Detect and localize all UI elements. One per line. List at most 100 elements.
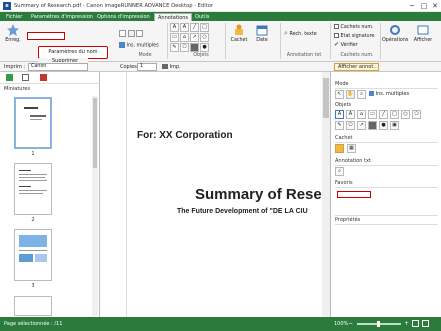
hand-tool-icon[interactable] <box>127 30 135 37</box>
mode-group-label: Mode <box>138 53 152 58</box>
rect-tool-icon[interactable]: □ <box>390 110 399 119</box>
zoom-level: 100% <box>334 321 349 327</box>
zoom-slider[interactable] <box>357 321 401 327</box>
verifier-button[interactable]: ✔ Vérifier <box>334 41 374 48</box>
cachets-num-button[interactable]: Cachets num. <box>334 24 384 30</box>
rech-texte-button[interactable]: ⌕ Rech. texte <box>284 29 324 38</box>
mode-heading: Mode <box>335 81 349 87</box>
page-view-icon[interactable] <box>22 74 29 81</box>
copies-input[interactable]: 1 <box>137 63 157 71</box>
search-icon[interactable]: ⌕ <box>335 167 344 176</box>
checkbox-icon <box>334 24 339 29</box>
text-box-tool-icon[interactable]: A <box>180 23 189 32</box>
zoom-tool-icon[interactable]: ⌕ <box>357 90 366 99</box>
fit-page-icon[interactable] <box>412 320 419 327</box>
fit-width-icon[interactable] <box>422 320 429 327</box>
separator <box>167 23 168 59</box>
divider <box>335 88 438 89</box>
zoom-out-icon[interactable]: − <box>348 321 353 327</box>
print-button[interactable]: Imp. <box>162 64 181 70</box>
document-scrollbar[interactable] <box>322 72 330 317</box>
polygon2-tool-icon[interactable]: ⬠ <box>346 121 355 130</box>
fill-ellipse-tool-icon[interactable]: ● <box>379 121 388 130</box>
ins-multiples-button[interactable]: Ins. multiples <box>119 42 163 49</box>
proprietes-heading: Propriétés <box>335 217 361 223</box>
line-tool-icon[interactable]: ╱ <box>379 110 388 119</box>
pen-tool-icon[interactable]: ✎ <box>335 121 344 130</box>
favorite-color-swatch[interactable] <box>27 32 65 40</box>
menu-bar: Fichier Paramètres d'impression Options … <box>0 12 441 21</box>
status-bar: Page sélectionnée : /11 100% − + <box>0 317 441 331</box>
minimize-button[interactable]: ─ <box>406 1 418 11</box>
fill-rect-tool-icon[interactable] <box>190 43 199 52</box>
highlight-tool-icon[interactable]: ▭ <box>368 110 377 119</box>
stack-icon <box>119 42 125 48</box>
add-page-icon[interactable] <box>6 74 13 81</box>
polygon-tool-icon[interactable]: ⬠ <box>180 43 189 52</box>
page-thumbnail[interactable] <box>14 163 52 215</box>
pen-tool-icon[interactable]: ✎ <box>170 43 179 52</box>
operations-label: Opérations <box>382 38 409 43</box>
separator <box>225 23 226 59</box>
zoom-in-icon[interactable]: + <box>404 321 409 327</box>
select-tool-icon[interactable]: ↖ <box>335 90 344 99</box>
enreg-button[interactable]: Enreg. <box>4 24 22 43</box>
divider <box>335 165 438 166</box>
rect-tool-icon[interactable]: □ <box>200 23 209 32</box>
objets-heading: Objets <box>335 102 352 108</box>
afficher-button[interactable]: Afficher <box>411 24 435 43</box>
ins-multiples-label: Ins. multiples <box>375 91 410 97</box>
tab-outils[interactable]: Outils <box>192 13 212 21</box>
divider <box>335 142 438 143</box>
divider <box>335 215 438 216</box>
ins-multiples-button[interactable]: Ins. multiples <box>369 91 409 97</box>
line-tool-icon[interactable]: ╱ <box>190 23 199 32</box>
text-tool-icon[interactable]: A <box>170 23 179 32</box>
fill-rect-tool-icon[interactable] <box>368 121 377 130</box>
tab-annotations[interactable]: Annotations <box>154 13 193 21</box>
tab-parametres-impression[interactable]: Paramètres d'impression <box>28 13 96 21</box>
page-thumbnail[interactable] <box>14 229 52 281</box>
thumbnail-scrollbar[interactable] <box>92 96 98 316</box>
favorite-color-swatch[interactable] <box>337 191 371 198</box>
delete-page-icon[interactable] <box>40 74 47 81</box>
divider <box>335 224 438 225</box>
page-thumbnail[interactable] <box>14 97 52 149</box>
page-number: 2 <box>31 217 35 223</box>
objets-tools: A A ╱ □ ▭ ⌂ ↗ ○ ✎ ⬠ ● <box>170 23 222 52</box>
close-button[interactable]: ✕ <box>429 1 441 11</box>
tab-options-impression[interactable]: Options d'impression <box>94 13 153 21</box>
select-tool-icon[interactable] <box>119 30 126 37</box>
enreg-label: Enreg. <box>5 38 21 43</box>
hand-tool-icon[interactable]: ✋ <box>346 90 355 99</box>
arrow-tool-icon[interactable]: ↗ <box>357 121 366 130</box>
thumbnail-toolbar <box>0 72 100 84</box>
afficher-annot-toggle[interactable]: Afficher annot. <box>334 63 379 71</box>
calendar-icon[interactable]: ▦ <box>347 144 356 153</box>
operations-button[interactable]: Opérations <box>382 24 408 43</box>
polygon-tool-icon[interactable]: ⬠ <box>412 110 421 119</box>
ellipse-tool-icon[interactable]: ○ <box>200 33 209 42</box>
highlight-tool-icon[interactable]: ▭ <box>170 33 179 42</box>
objets-tools: A A ⌂ ▭ ╱ □ ○ ⬠ ✎ ⬠ ↗ ● ▣ <box>335 110 438 132</box>
ellipse-tool-icon[interactable]: ○ <box>401 110 410 119</box>
tab-fichier[interactable]: Fichier <box>3 13 25 21</box>
document-view[interactable]: For: XX Corporation Summary of Resea The… <box>100 72 330 317</box>
mode-tools: ↖ ✋ ⌕ Ins. multiples <box>335 90 438 100</box>
cachet-button[interactable]: Cachet <box>229 24 249 43</box>
stamp-icon[interactable] <box>335 144 344 153</box>
callout-tool-icon[interactable]: ⌂ <box>357 110 366 119</box>
text-tool-icon[interactable]: A <box>335 110 344 119</box>
arrow-tool-icon[interactable]: ↗ <box>190 33 199 42</box>
printer-select[interactable]: Canon <box>28 63 88 71</box>
etat-signature-button[interactable]: Etat signature <box>334 33 384 39</box>
callout-tool-icon[interactable]: ⌂ <box>180 33 189 42</box>
page-thumbnail[interactable] <box>14 296 52 316</box>
date-button[interactable]: Date <box>253 24 271 43</box>
print-label: Imp. <box>169 64 181 70</box>
fill-ellipse-tool-icon[interactable]: ● <box>200 43 209 52</box>
zoom-tool-icon[interactable] <box>136 30 144 37</box>
image-tool-icon[interactable]: ▣ <box>390 121 399 130</box>
separator <box>280 23 281 59</box>
text-box-tool-icon[interactable]: A <box>346 110 355 119</box>
